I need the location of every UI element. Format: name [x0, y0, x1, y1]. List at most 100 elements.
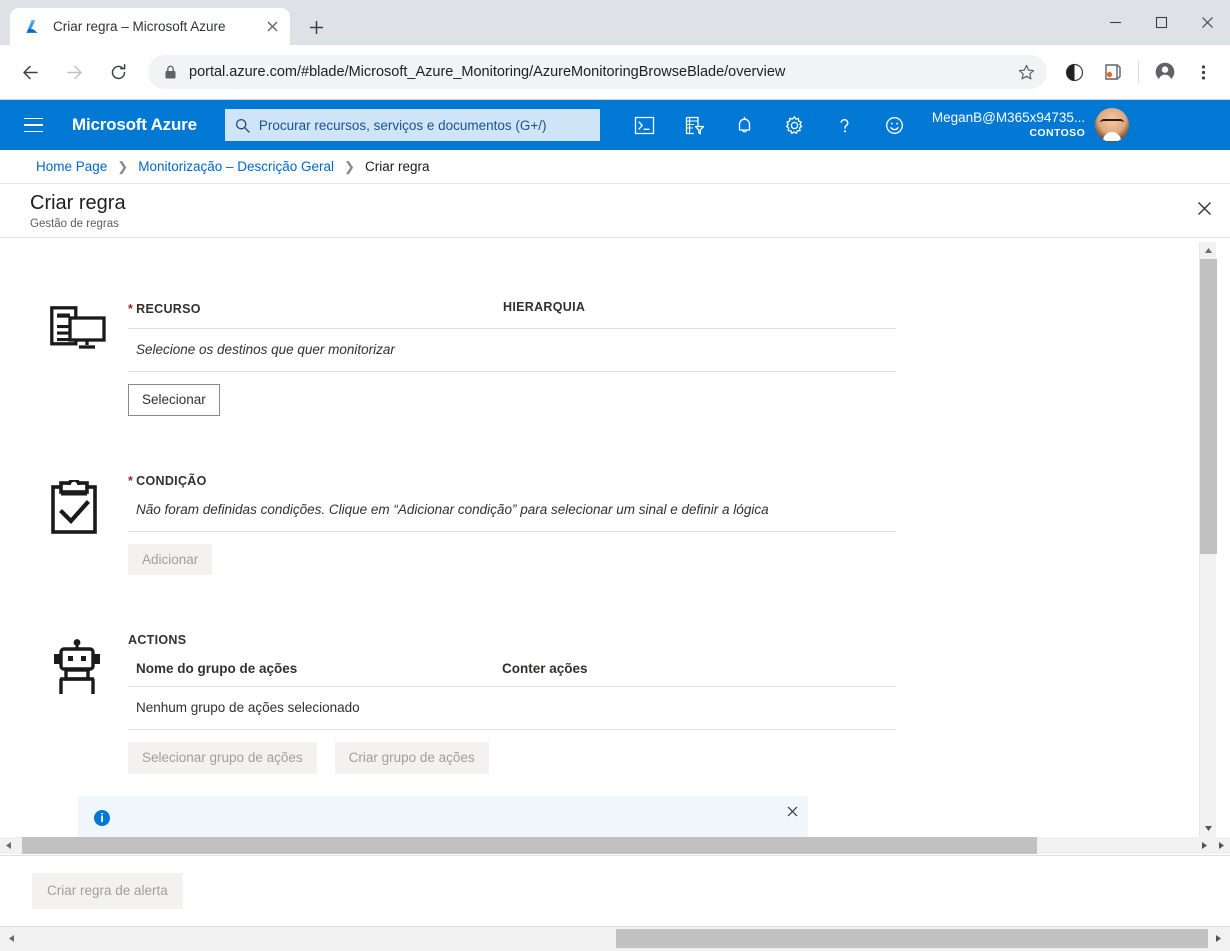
add-condition-button[interactable]: Adicionar	[128, 543, 213, 576]
azure-brand-label[interactable]: Microsoft Azure	[72, 115, 197, 135]
url-text: portal.azure.com/#blade/Microsoft_Azure_…	[189, 64, 786, 80]
avatar[interactable]	[1095, 108, 1130, 142]
actions-body: ACTIONS Nome do grupo de ações Conter aç…	[128, 633, 896, 774]
address-bar[interactable]: portal.azure.com/#blade/Microsoft_Azure_…	[148, 55, 1047, 89]
page-horizontal-scrollbar[interactable]	[0, 926, 1230, 951]
select-resource-button[interactable]: Selecionar	[128, 384, 220, 416]
required-marker: *	[128, 473, 134, 488]
blade-footer: Criar regra de alerta	[0, 855, 1230, 926]
cloud-shell-icon[interactable]	[620, 100, 670, 150]
global-search-input[interactable]: Procurar recursos, serviços e documentos…	[224, 109, 600, 141]
extension-icon[interactable]	[1096, 56, 1128, 88]
account-menu[interactable]: MeganB@M365x94735... CONTOSO	[932, 108, 1139, 142]
window-maximize-button[interactable]	[1138, 0, 1184, 45]
actions-button-row: Selecionar grupo de ações Criar grupo de…	[128, 730, 896, 774]
search-icon	[235, 118, 250, 133]
account-name: MeganB@M365x94735...	[931, 110, 1086, 125]
create-alert-rule-button[interactable]: Criar regra de alerta	[32, 873, 183, 909]
browser-toolbar: portal.azure.com/#blade/Microsoft_Azure_…	[0, 45, 1230, 100]
actions-header-row: ACTIONS	[128, 633, 896, 655]
contrast-icon[interactable]	[1058, 56, 1090, 88]
scroll-right-arrow-corner[interactable]	[1213, 837, 1230, 854]
back-button[interactable]	[13, 55, 47, 89]
page-horizontal-scroll-thumb[interactable]	[616, 929, 1208, 948]
browser-titlebar: Criar regra – Microsoft Azure	[0, 0, 1230, 45]
condition-empty-text: Não foram definidas condições. Clique em…	[136, 501, 769, 517]
select-action-group-button[interactable]: Selecionar grupo de ações	[128, 742, 317, 774]
tab-title: Criar regra – Microsoft Azure	[53, 19, 226, 34]
blade-content-scroll-area: * RECURSO HIERARQUIA Selecione os destino…	[0, 242, 1230, 837]
condition-button-row: Adicionar	[128, 532, 896, 576]
info-banner: i	[78, 795, 808, 837]
forward-button[interactable]	[57, 55, 91, 89]
required-marker: *	[128, 302, 134, 316]
breadcrumb-item-current: Criar regra	[364, 159, 430, 174]
vertical-scroll-thumb[interactable]	[1200, 259, 1217, 554]
resource-body: * RECURSO HIERARQUIA Selecione os destino…	[128, 300, 896, 416]
horizontal-scroll-thumb[interactable]	[22, 837, 1037, 854]
help-question-icon[interactable]	[820, 100, 870, 150]
browser-window: Criar regra – Microsoft Azure portal.azu…	[0, 0, 1230, 951]
settings-gear-icon[interactable]	[770, 100, 820, 150]
reload-button[interactable]	[101, 55, 135, 89]
vertical-scrollbar[interactable]	[1199, 242, 1217, 837]
window-close-button[interactable]	[1184, 0, 1230, 45]
browser-tab[interactable]: Criar regra – Microsoft Azure	[10, 8, 290, 45]
blade-header: Criar regra Gestão de regras	[0, 184, 1230, 238]
resource-empty-text: Selecione os destinos que quer monitoriz…	[136, 342, 395, 357]
scroll-right-arrow[interactable]	[1196, 837, 1213, 854]
account-text: MeganB@M365x94735... CONTOSO	[932, 110, 1085, 140]
condition-header-row: * CONDIÇÃO	[128, 474, 896, 498]
breadcrumb-separator: ❯	[117, 158, 129, 174]
condition-body: * CONDIÇÃO Não foram definidas condições.…	[128, 474, 896, 576]
hierarchy-label: HIERARQUIA	[503, 300, 586, 314]
scroll-up-arrow[interactable]	[1200, 242, 1217, 259]
page-title: Criar regra	[30, 192, 126, 214]
page-scroll-right-arrow[interactable]	[1209, 929, 1228, 948]
page-scroll-left-arrow[interactable]	[2, 929, 21, 948]
hamburger-menu-icon[interactable]	[16, 108, 50, 142]
condition-label: CONDIÇÃO	[136, 473, 207, 488]
directories-filter-icon[interactable]	[670, 100, 720, 150]
create-action-group-button[interactable]: Criar grupo de ações	[334, 742, 489, 774]
breadcrumb-item-monitoring[interactable]: Monitorização – Descrição Geral	[138, 159, 334, 174]
scroll-left-arrow[interactable]	[0, 837, 17, 854]
toolbar-divider	[1138, 61, 1139, 83]
column-header-group-name: Nome do grupo de ações	[136, 661, 298, 677]
global-search-placeholder: Procurar recursos, serviços e documentos…	[258, 117, 547, 133]
azure-top-nav: Microsoft Azure Procurar recursos, servi…	[0, 100, 1230, 150]
resource-label: RECURSO	[136, 302, 201, 316]
breadcrumb-item-home[interactable]: Home Page	[36, 159, 107, 174]
horizontal-scrollbar[interactable]	[0, 837, 1213, 854]
blade-close-icon[interactable]	[1188, 192, 1220, 224]
more-menu-icon[interactable]	[1187, 56, 1219, 88]
blade-content: * RECURSO HIERARQUIA Selecione os destino…	[0, 242, 1205, 837]
robot-icon	[50, 633, 128, 774]
resource-header-row: * RECURSO HIERARQUIA	[128, 300, 896, 328]
notifications-bell-icon[interactable]	[720, 100, 770, 150]
scrollbar-corner	[1213, 837, 1230, 854]
actions-label: ACTIONS	[128, 633, 187, 648]
window-controls	[1092, 0, 1230, 45]
info-banner-close-icon[interactable]	[787, 806, 798, 817]
account-org: CONTOSO	[1029, 126, 1086, 139]
resource-button-row: Selecionar	[128, 372, 896, 416]
feedback-smiley-icon[interactable]	[870, 100, 920, 150]
lock-icon	[164, 65, 177, 80]
breadcrumb: Home Page ❯ Monitorização – Descrição Ge…	[0, 150, 1230, 184]
condition-section: * CONDIÇÃO Não foram definidas condições.…	[0, 416, 1205, 576]
window-minimize-button[interactable]	[1092, 0, 1138, 45]
info-circle-icon: i	[94, 809, 110, 826]
scroll-down-arrow[interactable]	[1200, 820, 1217, 837]
clipboard-check-icon	[50, 474, 128, 576]
resource-section: * RECURSO HIERARQUIA Selecione os destino…	[0, 242, 1205, 416]
server-monitor-icon	[50, 300, 128, 416]
profile-avatar-icon[interactable]	[1149, 56, 1181, 88]
azure-tool-icons	[620, 100, 920, 150]
new-tab-button[interactable]	[302, 13, 330, 41]
actions-section: ACTIONS Nome do grupo de ações Conter aç…	[0, 575, 1205, 774]
tab-close-icon[interactable]	[262, 17, 282, 37]
bookmark-star-icon[interactable]	[1011, 57, 1041, 87]
breadcrumb-separator: ❯	[344, 158, 355, 174]
actions-column-headers: Nome do grupo de ações Conter ações	[128, 655, 896, 686]
